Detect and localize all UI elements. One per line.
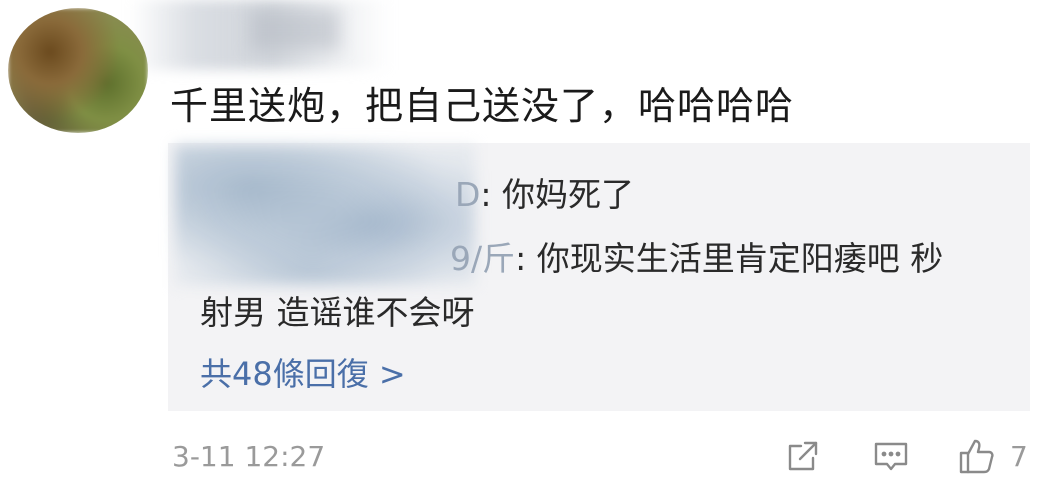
comment-text: 千里送炮，把自己送没了，哈哈哈哈 (170, 84, 795, 128)
reply-text-continuation: 射男 造谣谁不会呀 (200, 293, 475, 332)
thumbs-up-icon[interactable] (954, 433, 1000, 479)
timestamp: 3-11 12:27 (172, 440, 326, 473)
reply-text: : 你妈死了 (480, 175, 635, 214)
obscured-reply-usernames (175, 145, 475, 285)
reply-username-tail[interactable]: D (455, 175, 480, 214)
comment-icon[interactable] (868, 433, 914, 479)
avatar[interactable] (8, 8, 148, 133)
reply-item: D: 你妈死了 (455, 168, 634, 216)
reply-username-tail[interactable]: 9/斤 (450, 239, 515, 278)
comment-card: 千里送炮，把自己送没了，哈哈哈哈 D: 你妈死了 9/斤: 你现实生活里肯定阳痿… (0, 0, 1064, 483)
like-count: 7 (1010, 440, 1028, 473)
share-icon[interactable] (780, 433, 826, 479)
reply-item: 9/斤: 你现实生活里肯定阳痿吧 秒 (450, 232, 943, 280)
reply-text: : 你现实生活里肯定阳痿吧 秒 (515, 239, 944, 278)
more-replies-link[interactable]: 共48條回復 > (200, 349, 406, 395)
obscured-username-detail (250, 10, 340, 50)
avatar-image (8, 8, 148, 133)
